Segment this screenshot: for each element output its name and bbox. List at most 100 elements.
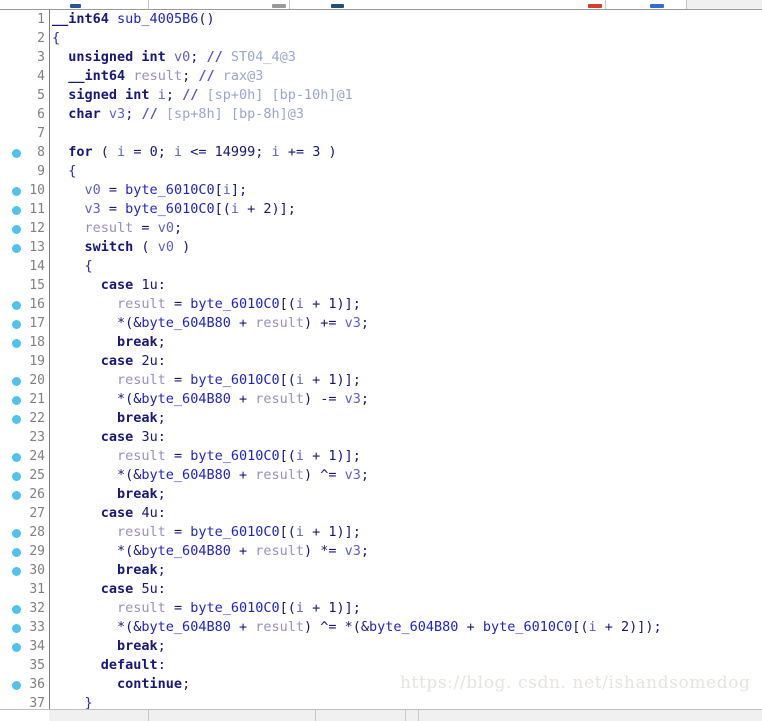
save-icon[interactable] xyxy=(70,4,81,8)
code-line[interactable]: 2{ xyxy=(0,29,762,48)
toolbar-panel-mid[interactable] xyxy=(149,0,290,9)
code-token: *(& xyxy=(117,391,142,407)
code-line[interactable]: 24 result = byte_6010C0[(i + 1)]; xyxy=(0,447,762,466)
line-number: 6 xyxy=(37,107,45,122)
code-line[interactable]: 32 result = byte_6010C0[(i + 1)]; xyxy=(0,599,762,618)
code-line[interactable]: 4 __int64 result; // rax@3 xyxy=(0,67,762,86)
code-line[interactable]: 31 case 5u: xyxy=(0,580,762,599)
code-line[interactable]: 36 continue; xyxy=(0,675,762,694)
line-number: 11 xyxy=(29,202,45,217)
code-line[interactable]: 27 case 4u: xyxy=(0,504,762,523)
code-line[interactable]: 25 *(&byte_604B80 + result) ^= v3; xyxy=(0,466,762,485)
code-line[interactable]: 30 break; xyxy=(0,561,762,580)
code-token: )]; xyxy=(336,372,361,388)
code-token: break xyxy=(117,486,158,502)
code-token: { xyxy=(68,163,77,179)
toolbar-panel-far[interactable] xyxy=(606,0,687,9)
code-line[interactable]: 23 case 3u: xyxy=(0,428,762,447)
code-line[interactable]: 29 *(&byte_604B80 + result) *= v3; xyxy=(0,542,762,561)
code-token: 3u xyxy=(141,429,158,445)
code-text: result = byte_6010C0[(i + 1)]; xyxy=(52,523,361,542)
code-token: = xyxy=(165,600,191,616)
code-token: () xyxy=(198,11,215,27)
code-text: char v3; // [sp+8h] [bp-8h]@3 xyxy=(52,105,304,124)
stop-icon[interactable] xyxy=(588,4,602,8)
code-token: byte_6010C0 xyxy=(190,296,280,312)
code-line[interactable]: 21 *(&byte_604B80 + result) -= v3; xyxy=(0,390,762,409)
code-token: result xyxy=(117,296,166,312)
code-token: unsigned int xyxy=(68,49,166,65)
code-line[interactable]: 17 *(&byte_604B80 + result) += v3; xyxy=(0,314,762,333)
code-text: *(&byte_604B80 + result) -= v3; xyxy=(52,390,369,409)
code-token: ; xyxy=(360,391,370,407)
code-token: *(& xyxy=(117,543,142,559)
code-line[interactable]: 9 { xyxy=(0,162,762,181)
code-token: + xyxy=(230,315,256,331)
code-line[interactable]: 1 __int64 sub_4005B6() xyxy=(0,10,762,29)
code-token: ; xyxy=(157,562,166,578)
code-token: byte_604B80 xyxy=(369,619,459,635)
code-line[interactable]: 7 xyxy=(0,124,762,143)
code-line[interactable]: 20 result = byte_6010C0[(i + 1)]; xyxy=(0,371,762,390)
code-text: case 2u: xyxy=(52,352,166,371)
pseudocode-editor[interactable]: 1 __int64 sub_4005B6() 2{3 unsigned int v0… xyxy=(0,10,762,709)
line-number: 3 xyxy=(37,50,45,65)
code-line[interactable]: 26 break; xyxy=(0,485,762,504)
code-token: v3 xyxy=(84,201,101,217)
code-token: result xyxy=(117,600,166,616)
code-line[interactable]: 11 v3 = byte_6010C0[(i + 2)]; xyxy=(0,200,762,219)
code-token: case xyxy=(100,505,134,521)
code-token: // xyxy=(182,87,199,103)
code-token: + xyxy=(304,296,329,312)
code-token: + xyxy=(304,524,329,540)
code-token: ; xyxy=(157,410,166,426)
code-line[interactable]: 18 break; xyxy=(0,333,762,352)
code-line[interactable]: 3 unsigned int v0; // ST04_4@3 xyxy=(0,48,762,67)
code-token: case xyxy=(100,353,134,369)
code-line[interactable]: 33 *(&byte_604B80 + result) ^= *(&byte_6… xyxy=(0,618,762,637)
code-line[interactable]: 6 char v3; // [sp+8h] [bp-8h]@3 xyxy=(0,105,762,124)
code-token: continue xyxy=(117,676,183,692)
code-line[interactable]: 12 result = v0; xyxy=(0,219,762,238)
code-token: byte_6010C0 xyxy=(482,619,573,635)
open-icon[interactable] xyxy=(272,4,286,8)
code-token: { xyxy=(84,258,93,274)
code-line[interactable]: 14 { xyxy=(0,257,762,276)
code-line[interactable]: 19 case 2u: xyxy=(0,352,762,371)
line-number: 31 xyxy=(29,582,45,597)
code-token: ; xyxy=(157,144,174,160)
code-line[interactable]: 35 default: xyxy=(0,656,762,675)
code-token: + xyxy=(230,467,256,483)
code-token: ; xyxy=(360,315,370,331)
code-token: )]; xyxy=(271,201,296,217)
code-line[interactable]: 28 result = byte_6010C0[(i + 1)]; xyxy=(0,523,762,542)
code-token: v3 xyxy=(108,106,126,122)
code-token: *(& xyxy=(117,467,142,483)
code-text: case 5u: xyxy=(52,580,166,599)
code-line[interactable]: 10 v0 = byte_6010C0[i]; xyxy=(0,181,762,200)
code-line[interactable]: 16 result = byte_6010C0[(i + 1)]; xyxy=(0,295,762,314)
run-icon[interactable] xyxy=(331,4,344,8)
code-token: [( xyxy=(279,448,296,464)
code-line[interactable]: 34 break; xyxy=(0,637,762,656)
code-token: : xyxy=(157,353,166,369)
code-line[interactable]: 8 for ( i = 0; i <= 14999; i += 3 ) xyxy=(0,143,762,162)
code-token: [( xyxy=(214,201,231,217)
line-number: 13 xyxy=(29,240,45,255)
code-token: case xyxy=(100,429,134,445)
code-token: sub_4005B6 xyxy=(117,11,199,27)
code-token: + xyxy=(230,543,256,559)
debug-icon[interactable] xyxy=(650,4,664,8)
code-token: switch xyxy=(84,239,134,255)
code-token: ; xyxy=(360,467,370,483)
code-line[interactable]: 22 break; xyxy=(0,409,762,428)
code-line[interactable]: 37 } xyxy=(0,694,762,709)
code-token: ) -= xyxy=(304,391,345,407)
code-token: signed int xyxy=(68,87,150,103)
code-line[interactable]: 15 case 1u: xyxy=(0,276,762,295)
code-line[interactable]: 5 signed int i; // [sp+0h] [bp-10h]@1 xyxy=(0,86,762,105)
code-text: v0 = byte_6010C0[i]; xyxy=(52,181,248,200)
code-line[interactable]: 13 switch ( v0 ) xyxy=(0,238,762,257)
code-token: break xyxy=(117,410,158,426)
